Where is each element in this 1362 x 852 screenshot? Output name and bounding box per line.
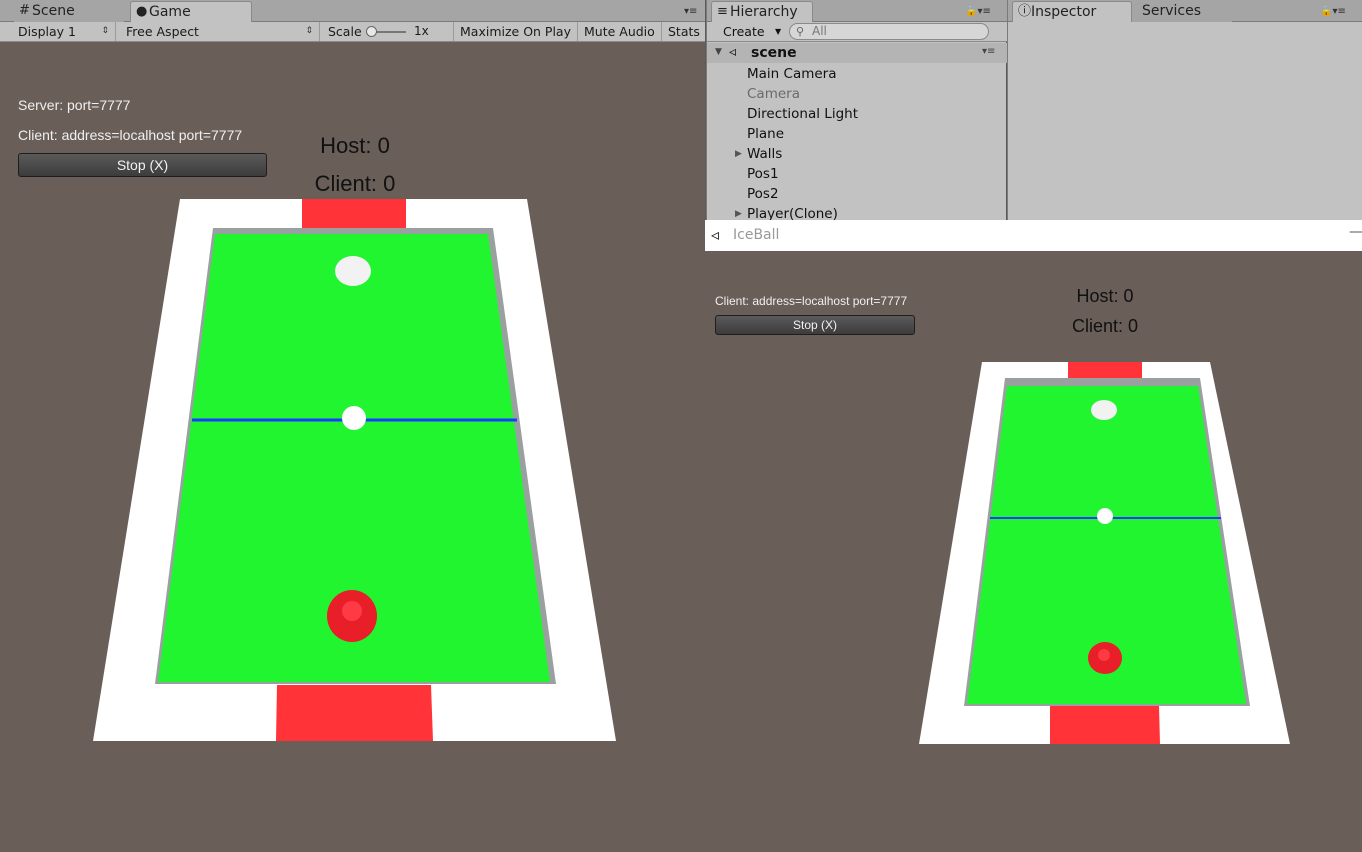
hierarchy-panel: ≡ Hierarchy 🔒▾≡ Create ▼ ⚲ All ▼ ◃ scene…: [706, 0, 1007, 220]
hierarchy-item-walls[interactable]: Walls: [747, 144, 782, 164]
unity-logo-icon: ◃: [729, 44, 737, 60]
hierarchy-item-directional-light[interactable]: Directional Light: [747, 104, 858, 124]
tab-inspector-label: Inspector: [1031, 4, 1097, 20]
tab-services[interactable]: Services: [1132, 1, 1232, 22]
tab-services-label: Services: [1142, 3, 1202, 19]
lock-icon[interactable]: 🔒▾≡: [1320, 6, 1346, 17]
info-icon: ⓘ: [1018, 4, 1032, 19]
game-view-panel: # Scene ● Game ▾≡ Display 1 ⇕ Free Aspec…: [0, 0, 705, 852]
hierarchy-tab-bar: ≡ Hierarchy 🔒▾≡: [707, 0, 1007, 22]
expand-arrow-icon[interactable]: ▶: [735, 209, 742, 219]
expand-arrow-icon[interactable]: ▼: [715, 47, 722, 57]
puck: [1097, 508, 1113, 524]
hierarchy-search-input[interactable]: ⚲ All: [789, 23, 989, 40]
client-paddle-knob: [342, 601, 362, 621]
create-dropdown[interactable]: Create ▼: [713, 23, 785, 41]
far-goal: [302, 199, 406, 233]
host-paddle: [335, 256, 371, 286]
puck: [342, 406, 366, 430]
near-goal: [276, 685, 433, 741]
near-goal: [1050, 706, 1160, 744]
lock-icon[interactable]: 🔒▾≡: [965, 6, 991, 17]
hierarchy-item-pos2[interactable]: Pos2: [747, 184, 779, 204]
expand-arrow-icon[interactable]: ▶: [735, 149, 742, 159]
create-label: Create: [723, 24, 765, 39]
search-icon: ⚲: [796, 25, 805, 38]
tab-inspector[interactable]: ⓘ Inspector: [1012, 1, 1132, 22]
game-field-3d: [93, 199, 616, 741]
hierarchy-item-camera[interactable]: Camera: [747, 84, 800, 104]
search-placeholder: All: [812, 24, 827, 38]
hierarchy-item-main-camera[interactable]: Main Camera: [747, 64, 837, 84]
hierarchy-item-plane[interactable]: Plane: [747, 124, 784, 144]
game-field-3d: [919, 362, 1290, 744]
scene-row[interactable]: ▼ ◃ scene ▾≡: [707, 43, 1007, 63]
inspector-panel: ⓘ Inspector Services 🔒▾≡: [1007, 0, 1362, 220]
tab-hierarchy-label: Hierarchy: [730, 4, 798, 20]
hierarchy-item-player-clone[interactable]: Player(Clone): [747, 204, 838, 220]
host-paddle: [1091, 400, 1117, 420]
dropdown-arrow-icon: ▼: [775, 27, 782, 36]
hierarchy-toolbar: Create ▼ ⚲ All: [707, 22, 1007, 42]
tab-hierarchy[interactable]: ≡ Hierarchy: [711, 1, 813, 22]
client-paddle-knob: [1098, 649, 1110, 661]
iceball-window: ◃ IceBall — Client: address=localhost po…: [705, 220, 1362, 852]
scene-name: scene: [751, 45, 797, 61]
hierarchy-item-pos1[interactable]: Pos1: [747, 164, 779, 184]
list-icon: ≡: [717, 4, 728, 19]
scene-menu-icon[interactable]: ▾≡: [982, 46, 995, 57]
inspector-tab-bar: ⓘ Inspector Services 🔒▾≡: [1008, 0, 1362, 22]
